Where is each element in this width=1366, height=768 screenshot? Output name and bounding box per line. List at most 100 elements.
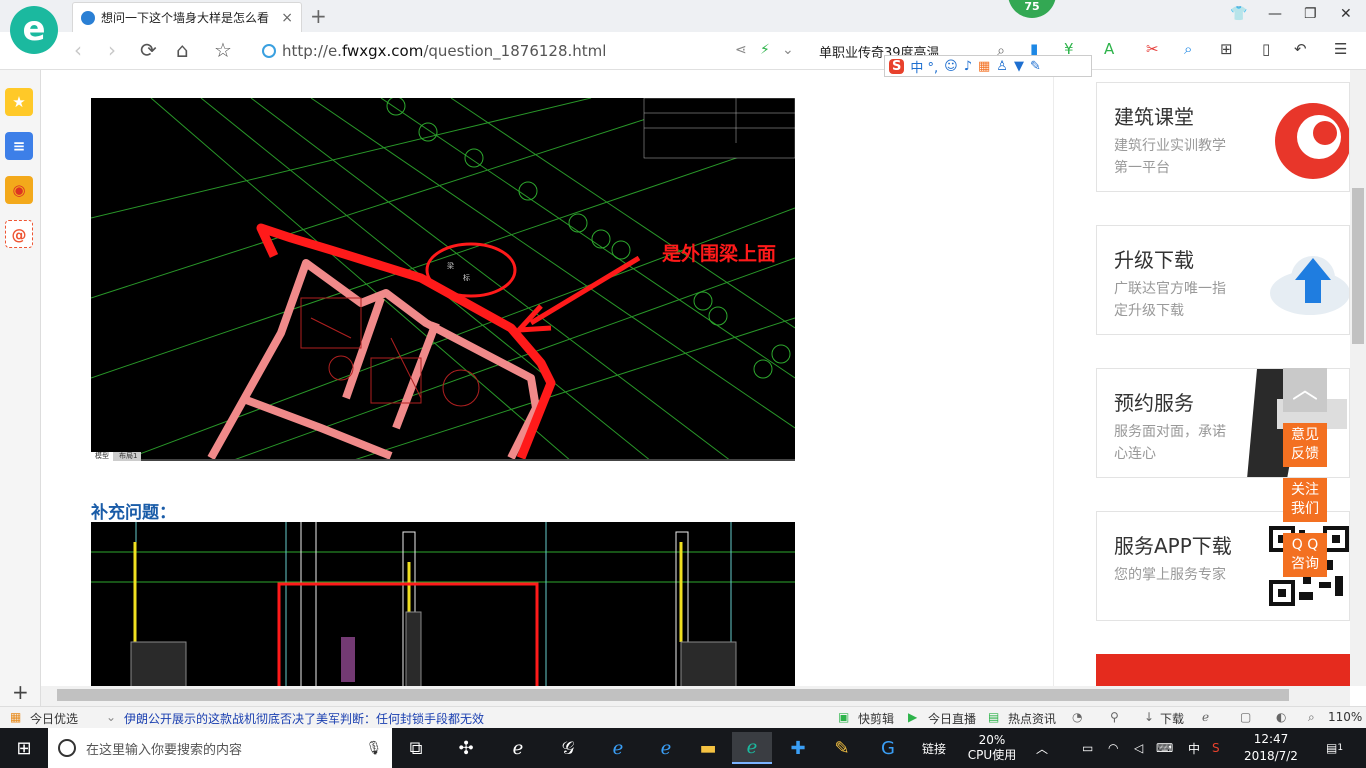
back-button[interactable]: ‹ [74,38,82,62]
play-icon: ▶ [908,710,918,724]
horizontal-scrollbar[interactable] [41,686,1350,706]
speed-icon[interactable]: ◔ [1072,710,1082,724]
keyboard-icon[interactable]: ▦ [978,59,990,74]
menu-icon[interactable]: ☰ [1334,40,1347,58]
volume-icon[interactable]: ◁ [1134,728,1143,768]
vertical-scroll-thumb[interactable] [1352,188,1364,344]
window-icon[interactable]: ▢ [1240,710,1251,724]
microphone-icon[interactable]: 🎙 [365,741,382,756]
g-app-icon[interactable]: G [868,732,908,764]
taskbar-search-input[interactable]: 在这里输入你要搜索的内容 [86,739,242,758]
windows-taskbar: ⊞ 在这里输入你要搜索的内容 🎙 ⧉ ✣ ℯ 𝒢 ℯ ℯ ▬ ℯ ✚ ✎ G 链… [0,728,1366,768]
find-icon[interactable]: ⌕ [1184,40,1192,58]
start-button[interactable]: ⊞ [0,728,48,768]
notes-app-icon[interactable]: ✎ [822,732,862,764]
minimize-button[interactable]: — [1268,6,1282,22]
sogou-logo-icon[interactable]: S [889,58,905,74]
tab-active[interactable]: 想问一下这个墙身大样是怎么看 × [72,2,302,32]
restore-button[interactable]: ❐ [1304,6,1317,22]
card-desc: 广联达官方唯一指定升级下载 [1114,281,1226,319]
apps-grid-icon[interactable]: ⊞ [1220,40,1233,58]
zoom-level[interactable]: 110% [1328,710,1362,724]
qq-consult-button[interactable]: Q Q 咨询 [1283,533,1327,577]
ie-mode-icon[interactable]: ℯ [1202,710,1209,724]
today-live-link[interactable]: 今日直播 [928,710,976,727]
clock[interactable]: 12:47 2018/7/2 [1242,728,1300,768]
card-title: 升级下载 [1114,248,1194,272]
new-tab-button[interactable]: + [310,4,327,28]
clock-time: 12:47 [1253,732,1289,746]
forward-button[interactable]: › [108,38,116,62]
pinwheel-app-icon[interactable]: ✣ [446,732,486,764]
vertical-scrollbar[interactable] [1350,70,1366,686]
internet-explorer-icon[interactable]: ℯ [646,732,686,764]
bookmark-star-button[interactable]: ☆ [214,38,232,62]
network-icon[interactable]: ◠ [1108,728,1118,768]
home-button[interactable]: ⌂ [176,38,189,62]
lightning-icon[interactable]: ⚡ [760,42,770,58]
today-picks-link[interactable]: 今日优选 [30,710,78,727]
tshirt-icon[interactable]: 👕 [1230,6,1247,22]
chevron-down-icon[interactable]: ⌄ [782,42,794,58]
close-window-button[interactable]: ✕ [1340,6,1352,22]
left-sidebar: ★ ≡ ◉ @ [0,70,41,706]
shirt-icon[interactable]: ▼ [1014,59,1024,74]
cpu-monitor[interactable]: 20% CPU使用 [966,728,1018,768]
feedback-button[interactable]: 意见 反馈 [1283,423,1327,467]
user-icon[interactable]: ♙ [996,59,1008,74]
reader-icon[interactable]: ▯ [1262,40,1270,58]
horizontal-scroll-thumb[interactable] [57,689,1289,701]
news-icon: ▤ [988,710,1000,724]
quick-clip-link[interactable]: 快剪辑 [858,710,894,727]
favorites-star-icon[interactable]: ★ [5,88,33,116]
follow-us-button[interactable]: 关注 我们 [1283,478,1327,522]
card-building-class[interactable]: 建筑课堂 建筑行业实训教学第一平台 [1096,82,1350,192]
wrench-icon[interactable]: ✎ [1030,59,1041,74]
cad-image-floorplan: 梁标 是外围梁上面 模型 布局1 [91,98,795,461]
ime-mode[interactable]: 中 °, [910,57,938,76]
url-text[interactable]: http://e.fwxgx.com/question_1876128.html [282,42,606,60]
weibo-icon[interactable]: ◉ [5,176,33,204]
links-toolbar[interactable]: 链接 [922,728,946,768]
mic-icon[interactable]: ♪ [964,59,972,74]
emoji-icon[interactable]: ☺ [944,59,958,74]
tab-close-button[interactable]: × [281,10,293,26]
download-link[interactable]: 下载 [1160,710,1184,727]
battery-icon[interactable]: ▭ [1082,728,1093,768]
task-view-icon[interactable]: ⧉ [396,732,436,764]
tray-expand-icon[interactable]: ︿ [1036,728,1048,768]
scissors-icon[interactable]: ✂ [1146,40,1159,58]
taskbar-search[interactable]: 在这里输入你要搜索的内容 🎙 [48,728,392,768]
edge-icon[interactable]: ℯ [598,732,638,764]
notification-badge[interactable]: 75 [1008,0,1056,18]
card-desc: 您的掌上服务专家 [1114,567,1226,583]
pin-icon[interactable]: ⚲ [1110,710,1119,724]
keyboard-icon[interactable]: ⌨ [1156,728,1173,768]
reading-list-icon[interactable]: ≡ [5,132,33,160]
2345-browser-icon[interactable]: ℯ [732,732,772,764]
glodon-logo-icon [1275,103,1349,179]
news-ticker-link[interactable]: 伊朗公开展示的这款战机彻底否决了美军判断：任何封锁手段都无效 [124,710,484,727]
tab-favicon-icon [81,10,95,25]
file-explorer-icon[interactable]: ▬ [688,732,728,764]
qq-tool-icon[interactable]: ✚ [778,732,818,764]
add-sidebar-button[interactable]: + [12,680,29,704]
zoom-icon[interactable]: ⌕ [1308,710,1315,725]
undo-icon[interactable]: ↶ [1294,40,1307,58]
spiral-app-icon[interactable]: 𝒢 [548,732,588,764]
notification-center-icon[interactable]: ▤ 1 [1326,728,1343,768]
scroll-top-button[interactable]: ︿ [1283,368,1327,412]
ie-browser-icon[interactable]: ℯ [498,732,538,764]
sogou-tray-icon[interactable]: S [1212,728,1220,768]
ime-indicator[interactable]: 中 [1188,728,1200,768]
reload-button[interactable]: ⟳ [140,38,157,62]
address-bar[interactable]: http://e.fwxgx.com/question_1876128.html [262,39,802,63]
browser-logo-icon[interactable]: e [10,6,58,54]
hot-news-link[interactable]: 热点资讯 [1008,710,1056,727]
share-icon[interactable]: ⋖ [735,42,747,58]
ad-banner[interactable] [1096,654,1350,686]
card-upgrade-download[interactable]: 升级下载 广联达官方唯一指定升级下载 [1096,225,1350,335]
translate-icon[interactable]: A [1104,40,1114,58]
night-mode-icon[interactable]: ◐ [1276,710,1286,724]
email-icon[interactable]: @ [5,220,33,248]
